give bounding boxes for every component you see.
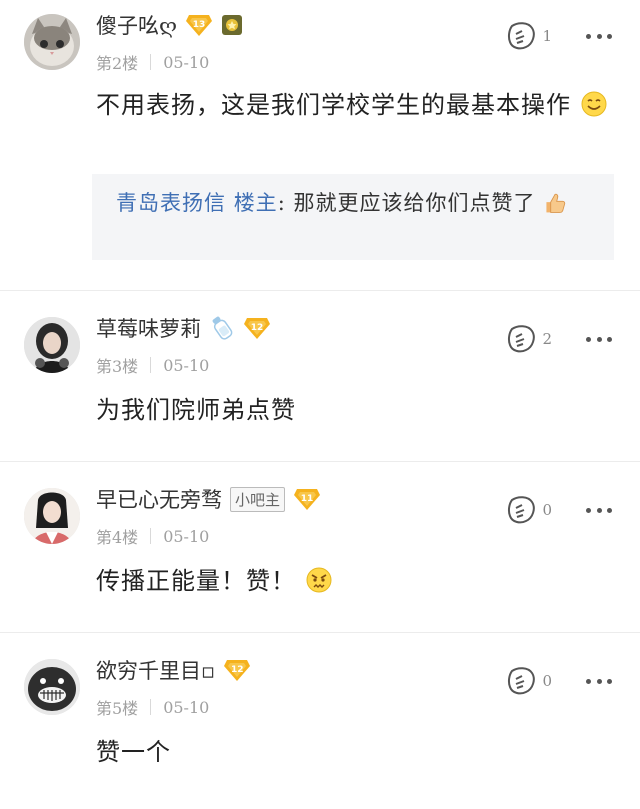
post-content: 传播正能量！赞！ [96, 560, 610, 602]
reply-author[interactable]: 青岛表扬信 [116, 191, 226, 215]
like-count: 0 [542, 501, 552, 519]
floor-number: 第5楼 [96, 699, 139, 718]
level-badge-icon: 12 [223, 658, 251, 682]
avatar[interactable] [24, 317, 80, 373]
level-badge-icon: 13 [185, 13, 213, 37]
post-text: 不用表扬，这是我们学校学生的最基本操作 [96, 91, 571, 119]
meta-divider [150, 699, 152, 715]
post-content: 为我们院师弟点赞 [96, 389, 610, 431]
post-floor-3: 草莓味萝莉 12 第3楼 05-10 2 为我们院师弟点赞 [0, 290, 640, 461]
post-floor-4: 早已心无旁骛 小吧主 11 第4楼 05-10 0 传播正能量！赞！ [0, 461, 640, 632]
post-text: 赞一个 [96, 738, 171, 766]
more-icon[interactable] [586, 32, 612, 40]
floor-number: 第4楼 [96, 528, 139, 547]
medal-icon [221, 14, 243, 36]
floor-number: 第2楼 [96, 54, 139, 73]
post-meta: 第2楼 05-10 [96, 50, 209, 74]
post-date: 05-10 [163, 52, 210, 72]
reply-box[interactable]: 青岛表扬信 楼主: 那就更应该给你们点赞了 [92, 174, 614, 260]
post-date: 05-10 [163, 355, 210, 375]
username[interactable]: 早已心无旁骛 [96, 484, 222, 514]
avatar[interactable] [24, 14, 80, 70]
more-icon[interactable] [586, 335, 612, 343]
username[interactable]: 欲穷千里目▫ [96, 655, 215, 685]
thumbs-up-emoji [543, 191, 567, 215]
post-content: 赞一个 [96, 731, 610, 773]
like-count: 1 [542, 27, 552, 45]
post-date: 05-10 [163, 697, 210, 717]
user-info: 草莓味萝莉 12 [96, 313, 271, 343]
user-info: 傻子吆ღ 13 [96, 10, 243, 40]
smile-emoji [580, 90, 608, 118]
like-count: 0 [542, 672, 552, 690]
reply-colon: : [277, 191, 286, 215]
level-number: 13 [192, 20, 206, 30]
bottle-icon [209, 314, 235, 342]
like-icon [508, 496, 536, 524]
level-number: 12 [230, 665, 244, 675]
like-icon [508, 325, 536, 353]
like-button[interactable]: 1 [506, 22, 552, 50]
reply-text: 那就更应该给你们点赞了 [293, 191, 536, 215]
like-icon [508, 667, 536, 695]
meta-divider [150, 528, 152, 544]
username[interactable]: 傻子吆ღ [96, 10, 177, 40]
angry-emoji [305, 566, 333, 594]
username[interactable]: 草莓味萝莉 [96, 313, 201, 343]
post-meta: 第5楼 05-10 [96, 695, 209, 719]
user-info: 欲穷千里目▫ 12 [96, 655, 251, 685]
post-floor-2: 傻子吆ღ 13 第2楼 05-10 1 不用表扬，这是我们学校学生的最基本操作 … [0, 0, 640, 290]
level-badge-icon: 12 [243, 316, 271, 340]
post-meta: 第3楼 05-10 [96, 353, 209, 377]
like-button[interactable]: 0 [506, 667, 552, 695]
like-button[interactable]: 0 [506, 496, 552, 524]
post-date: 05-10 [163, 526, 210, 546]
post-content: 不用表扬，这是我们学校学生的最基本操作 [96, 84, 610, 126]
level-number: 12 [250, 323, 264, 333]
avatar[interactable] [24, 659, 80, 715]
post-text: 传播正能量！赞！ [96, 567, 296, 595]
post-floor-5: 欲穷千里目▫ 12 第5楼 05-10 0 赞一个 [0, 632, 640, 809]
post-text: 为我们院师弟点赞 [96, 396, 296, 424]
floor-number: 第3楼 [96, 357, 139, 376]
more-icon[interactable] [586, 506, 612, 514]
level-badge-icon: 11 [293, 487, 321, 511]
more-icon[interactable] [586, 677, 612, 685]
meta-divider [150, 54, 152, 70]
reply-role: 楼主 [233, 191, 278, 215]
level-number: 11 [300, 494, 314, 504]
like-icon [508, 22, 536, 50]
meta-divider [150, 357, 152, 373]
avatar[interactable] [24, 488, 80, 544]
like-count: 2 [542, 330, 552, 348]
post-meta: 第4楼 05-10 [96, 524, 209, 548]
user-info: 早已心无旁骛 小吧主 11 [96, 484, 321, 514]
moderator-tag: 小吧主 [230, 486, 286, 512]
like-button[interactable]: 2 [506, 325, 552, 353]
